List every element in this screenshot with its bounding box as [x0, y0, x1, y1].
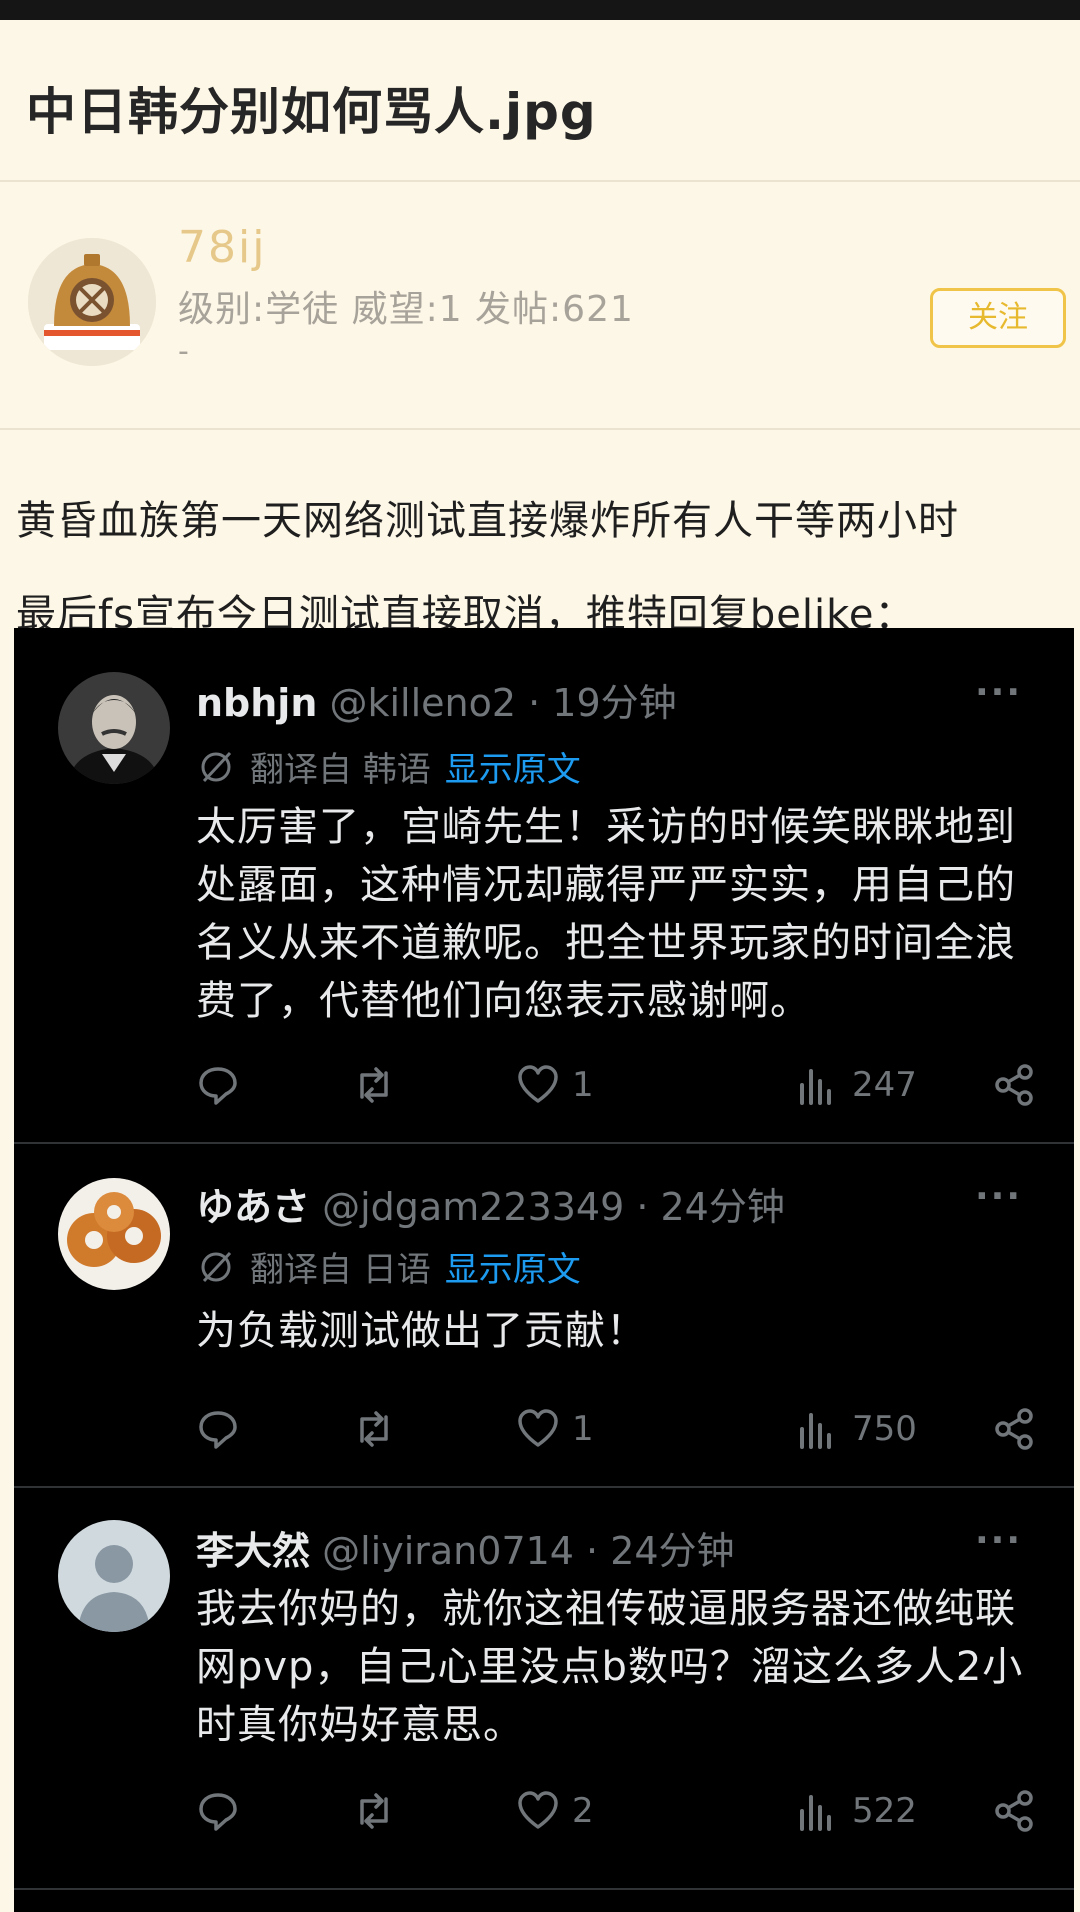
- tweet-text-line: 网pvp，自己心里没点b数吗？溜这么多人2小: [196, 1644, 1024, 1690]
- tweet-author-name[interactable]: ゆあさ: [196, 1185, 310, 1229]
- show-original-link[interactable]: 显示原文: [445, 1242, 581, 1291]
- translation-source: 翻译自 日语: [250, 1250, 431, 1290]
- author-username[interactable]: 78ij: [178, 222, 266, 273]
- heart-icon: [518, 1409, 558, 1447]
- tweet-3: 李大然 @liyiran0714 · 24分钟 ··· 我去你妈的，就你这祖传破…: [14, 1490, 1074, 1890]
- portrait-avatar-icon: [58, 672, 170, 784]
- tweet-handle-time[interactable]: @killeno2 · 19分钟: [329, 681, 676, 725]
- tweet-text-line: 太厉害了，宫崎先生！采访的时候笑眯眯地到: [196, 804, 1016, 850]
- follow-button[interactable]: 关注: [930, 288, 1066, 348]
- tweet-text: 为负载测试做出了贡献！: [196, 1302, 1046, 1360]
- like-count: 1: [572, 1409, 594, 1449]
- reply-button[interactable]: [196, 1786, 240, 1836]
- tweet-avatar[interactable]: [58, 1520, 170, 1632]
- tweet-text-line: 名义从来不道歉呢。把全世界玩家的时间全浪: [196, 920, 1016, 966]
- more-options-icon[interactable]: ···: [975, 1176, 1022, 1217]
- heart-icon: [518, 1065, 558, 1103]
- globe-icon: [201, 751, 232, 782]
- tweet-actions: 1 247: [196, 1060, 1036, 1110]
- author-avatar[interactable]: [28, 238, 156, 366]
- retweet-icon: [360, 1067, 388, 1103]
- tweet-handle-time[interactable]: @liyiran0714 · 24分钟: [322, 1529, 734, 1573]
- tweet-text-line: 时真你妈好意思。: [196, 1702, 524, 1748]
- share-icon: [995, 1064, 1033, 1106]
- share-button[interactable]: [992, 1404, 1036, 1454]
- more-options-icon[interactable]: ···: [975, 1520, 1022, 1561]
- view-count: 247: [852, 1065, 917, 1105]
- views-button[interactable]: 522: [796, 1786, 917, 1836]
- heart-icon: [518, 1791, 558, 1829]
- share-icon: [995, 1408, 1033, 1450]
- tweet-text-line: 为负载测试做出了贡献！: [196, 1308, 647, 1354]
- reply-icon: [199, 1067, 237, 1105]
- tweet-avatar[interactable]: [58, 1178, 170, 1290]
- share-button[interactable]: [992, 1786, 1036, 1836]
- author-meta: 级别:学徒 威望:1 发帖:621: [178, 289, 634, 330]
- post-title: 中日韩分别如何骂人.jpg: [26, 83, 597, 141]
- tweet-header: nbhjn @killeno2 · 19分钟: [196, 672, 677, 727]
- tweet-text: 太厉害了，宫崎先生！采访的时候笑眯眯地到 处露面，这种情况却藏得严严实实，用自己…: [196, 798, 1046, 1030]
- title-bar: 中日韩分别如何骂人.jpg: [0, 20, 1080, 182]
- tweet-actions: 1 750: [196, 1404, 1036, 1454]
- view-count: 750: [852, 1409, 917, 1449]
- reply-button[interactable]: [196, 1404, 240, 1454]
- tweet-text-line: 费了，代替他们向您表示感谢啊。: [196, 978, 811, 1024]
- retweet-icon: [360, 1411, 388, 1447]
- retweet-button[interactable]: [352, 1404, 396, 1454]
- translation-note: 翻译自 日语 显示原文: [196, 1242, 581, 1291]
- retweet-icon: [360, 1793, 388, 1829]
- views-button[interactable]: 750: [796, 1404, 917, 1454]
- globe-icon: [201, 1251, 232, 1282]
- tweet-handle-time[interactable]: @jdgam223349 · 24分钟: [322, 1185, 785, 1229]
- show-original-link[interactable]: 显示原文: [445, 742, 581, 791]
- retweet-button[interactable]: [352, 1060, 396, 1110]
- tweet-1: nbhjn @killeno2 · 19分钟 ··· 翻译自 韩语 显示原文 太…: [14, 628, 1074, 1144]
- like-button[interactable]: 1: [516, 1060, 594, 1110]
- tweet-text-line: 处露面，这种情况却藏得严严实实，用自己的: [196, 862, 1016, 908]
- views-button[interactable]: 247: [796, 1060, 917, 1110]
- like-button[interactable]: 1: [516, 1404, 594, 1454]
- post-body-line: 黄昏血族第一天网络测试直接爆炸所有人干等两小时: [16, 498, 959, 544]
- reply-icon: [199, 1793, 237, 1831]
- tweet-author-name[interactable]: 李大然: [196, 1529, 310, 1573]
- tweet-screenshot: nbhjn @killeno2 · 19分钟 ··· 翻译自 韩语 显示原文 太…: [14, 628, 1074, 1912]
- view-count: 522: [852, 1791, 917, 1831]
- tweet-header: ゆあさ @jdgam223349 · 24分钟: [196, 1176, 785, 1231]
- share-icon: [995, 1790, 1033, 1832]
- translation-source: 翻译自 韩语: [250, 750, 431, 790]
- tweet-author-name[interactable]: nbhjn: [196, 681, 317, 725]
- author-signature: -: [178, 334, 189, 369]
- share-button[interactable]: [992, 1060, 1036, 1110]
- views-chart-icon: [800, 1413, 831, 1449]
- status-bar: [0, 0, 1080, 20]
- more-options-icon[interactable]: ···: [975, 672, 1022, 713]
- views-chart-icon: [800, 1069, 831, 1105]
- reply-icon: [199, 1411, 237, 1449]
- translation-note: 翻译自 韩语 显示原文: [196, 742, 581, 791]
- bagel-avatar-icon: [58, 1178, 170, 1290]
- retweet-button[interactable]: [352, 1786, 396, 1836]
- diving-helmet-icon: [28, 238, 156, 366]
- like-count: 2: [572, 1791, 594, 1831]
- tweet-2: ゆあさ @jdgam223349 · 24分钟 ··· 翻译自 日语 显示原文 …: [14, 1146, 1074, 1488]
- like-button[interactable]: 2: [516, 1786, 594, 1836]
- like-count: 1: [572, 1065, 594, 1105]
- tweet-actions: 2 522: [196, 1786, 1036, 1836]
- tweet-text-line: 我去你妈的，就你这祖传破逼服务器还做纯联: [196, 1586, 1016, 1632]
- author-card: 78ij 级别:学徒 威望:1 发帖:621 - 关注: [0, 184, 1080, 430]
- tweet-header: 李大然 @liyiran0714 · 24分钟: [196, 1520, 735, 1575]
- tweet-avatar[interactable]: [58, 672, 170, 784]
- reply-button[interactable]: [196, 1060, 240, 1110]
- tweet-text: 我去你妈的，就你这祖传破逼服务器还做纯联 网pvp，自己心里没点b数吗？溜这么多…: [196, 1580, 1046, 1754]
- default-avatar-icon: [58, 1520, 170, 1632]
- views-chart-icon: [800, 1795, 831, 1831]
